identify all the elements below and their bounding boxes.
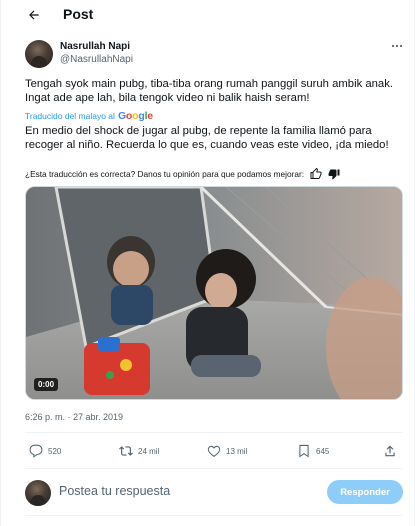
reply-input[interactable]: Postea tu respuesta (59, 484, 170, 498)
share-icon (385, 445, 395, 457)
thumbs-up-button[interactable] (310, 168, 322, 180)
retweet-count: 24 mil (138, 446, 160, 456)
feedback-question: ¿Esta traducción es correcta? Danos tu o… (25, 169, 305, 179)
google-logo: Google (118, 110, 153, 122)
reply-composer: Postea tu respuesta Responder (25, 478, 403, 508)
reply-button[interactable]: 520 (29, 440, 61, 462)
arrow-left-icon (29, 10, 39, 20)
more-horizontal-icon (391, 44, 403, 48)
tweet-translated-text: En medio del shock de jugar al pubg, de … (25, 125, 389, 151)
google-logo-text: Google (117, 110, 153, 122)
action-bar: 520 24 mil 13 mil 645 (25, 440, 403, 462)
post-page: Post Nasrullah Napi @NasrullahNapi Tenga… (0, 0, 415, 526)
tweet-video[interactable]: 0:00 (25, 186, 403, 400)
like-button[interactable]: 13 mil (207, 440, 247, 462)
reply-submit-button[interactable]: Responder (327, 480, 403, 504)
share-button[interactable] (383, 440, 402, 462)
heart-icon (207, 445, 221, 457)
thumbs-down-button[interactable] (328, 168, 340, 180)
translation-feedback: ¿Esta traducción es correcta? Danos tu o… (25, 168, 340, 180)
bookmark-count: 645 (316, 446, 330, 456)
translation-attribution[interactable]: Traducido del malayo al Google (25, 110, 153, 122)
reply-icon (29, 444, 43, 458)
divider (25, 515, 403, 516)
video-duration: 0:00 (34, 378, 59, 391)
video-thumbnail (26, 187, 402, 399)
more-options-button[interactable] (389, 40, 405, 52)
like-count: 13 mil (226, 446, 248, 456)
thumbs-up-icon (310, 168, 322, 179)
translation-label: Traducido del malayo al (25, 111, 115, 121)
author-handle[interactable]: @NasrullahNapi (60, 54, 133, 65)
author-avatar[interactable] (25, 40, 53, 68)
retweet-icon (119, 446, 133, 456)
post-timestamp[interactable]: 6:26 p. m. · 27 abr. 2019 (25, 412, 123, 422)
page-title: Post (63, 6, 94, 22)
tweet-original-text: Tengah syok main pubg, tiba-tiba orang r… (25, 78, 393, 104)
author-name[interactable]: Nasrullah Napi (60, 41, 130, 52)
reply-count: 520 (48, 446, 62, 456)
divider (25, 432, 403, 433)
user-avatar (25, 480, 51, 506)
retweet-button[interactable]: 24 mil (119, 440, 159, 462)
top-bar: Post (1, 0, 414, 30)
bookmark-icon (299, 444, 309, 458)
back-button[interactable] (23, 4, 45, 26)
bookmark-button[interactable]: 645 (297, 440, 329, 462)
divider (25, 468, 403, 469)
thumbs-down-icon (328, 169, 340, 180)
author-row: Nasrullah Napi @NasrullahNapi (25, 38, 405, 70)
